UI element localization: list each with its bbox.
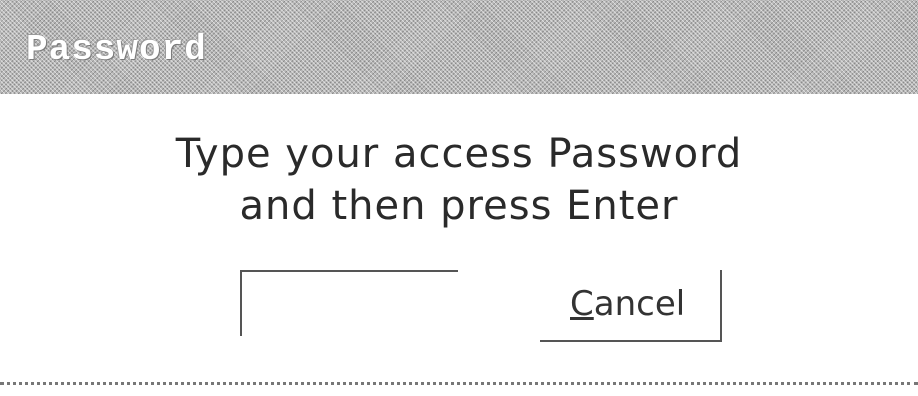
cancel-label-rest: ancel bbox=[593, 284, 686, 324]
cancel-button-label: Cancel bbox=[570, 284, 685, 324]
window-title: Password bbox=[26, 29, 207, 70]
instruction-text: Type your access Password and then press… bbox=[0, 128, 918, 232]
title-bar: Password bbox=[0, 0, 918, 94]
bottom-divider bbox=[0, 382, 918, 385]
instruction-line-1: Type your access Password bbox=[175, 131, 743, 177]
instruction-line-2: and then press Enter bbox=[239, 183, 679, 229]
cancel-button[interactable]: Cancel bbox=[540, 270, 722, 342]
password-input[interactable] bbox=[240, 270, 458, 336]
cancel-mnemonic: C bbox=[570, 284, 594, 324]
